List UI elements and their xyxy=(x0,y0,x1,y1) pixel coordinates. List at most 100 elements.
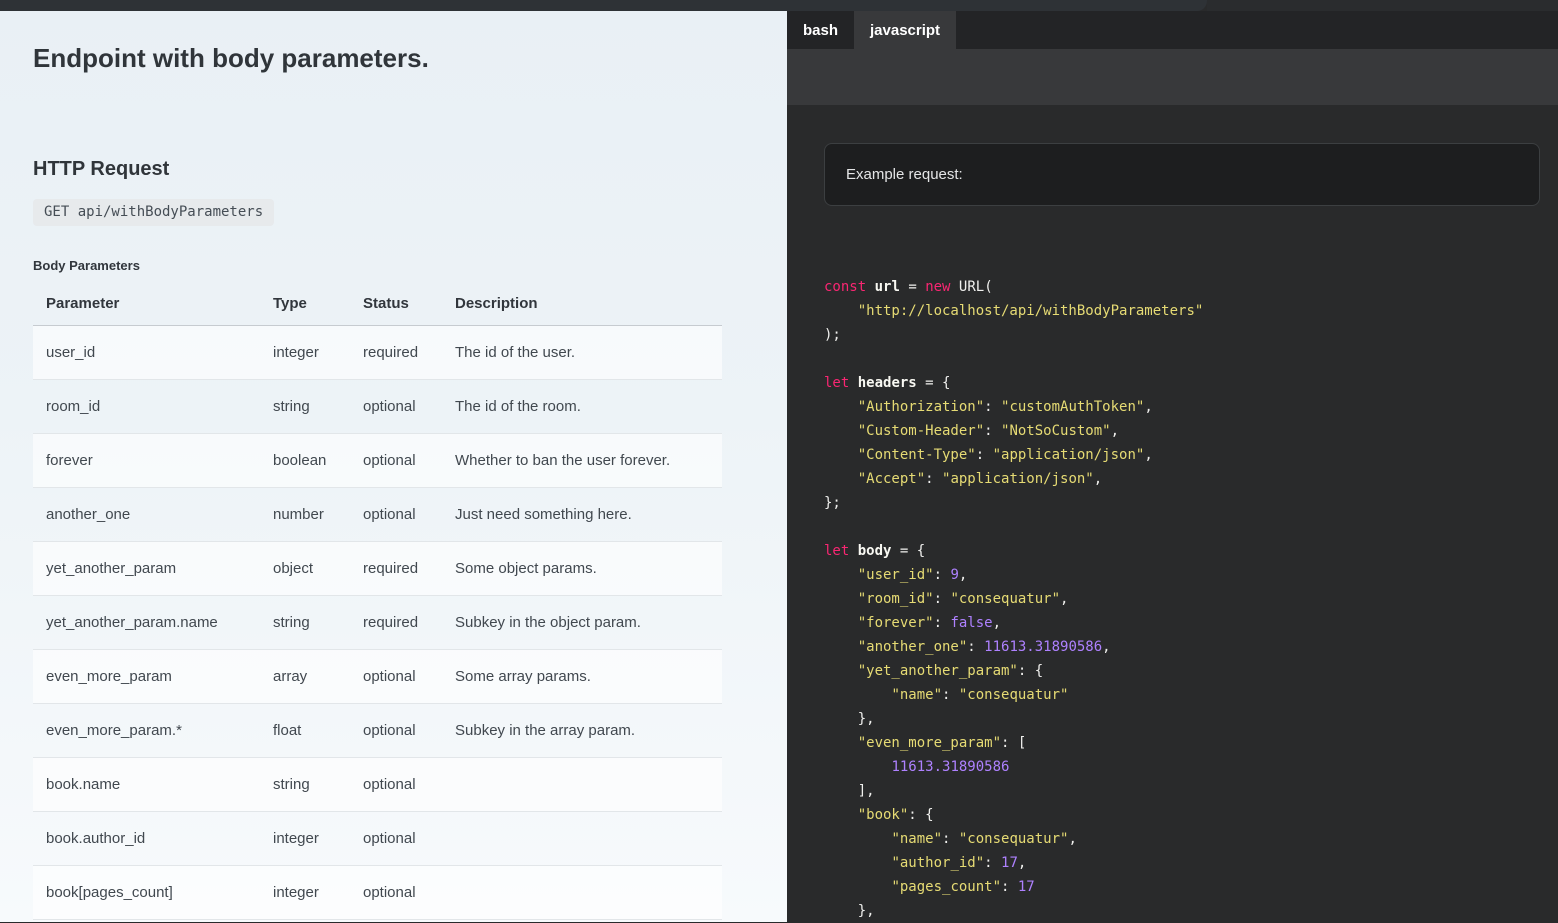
code-line xyxy=(824,347,1540,371)
cell-status: optional xyxy=(350,758,442,812)
tab-javascript[interactable]: javascript xyxy=(854,11,956,49)
cell-status: optional xyxy=(350,434,442,488)
code-line: "user_id": 9, xyxy=(824,563,1540,587)
code-line: "author_id": 17, xyxy=(824,851,1540,875)
table-row: room_idstringoptionalThe id of the room. xyxy=(33,380,722,434)
code-line: 11613.31890586 xyxy=(824,755,1540,779)
code-line: "http://localhost/api/withBodyParameters… xyxy=(824,299,1540,323)
table-row: even_more_param.*floatoptionalSubkey in … xyxy=(33,704,722,758)
table-row: another_onenumberoptionalJust need somet… xyxy=(33,488,722,542)
cell-status: optional xyxy=(350,812,442,866)
cell-parameter: book.author_id xyxy=(33,812,260,866)
example-request-label: Example request: xyxy=(846,166,963,183)
code-line: let body = { xyxy=(824,539,1540,563)
table-row: book.author_idintegeroptional xyxy=(33,812,722,866)
top-strip-right xyxy=(1207,0,1558,11)
top-strip xyxy=(0,0,1207,11)
column-header-parameter: Parameter xyxy=(33,283,260,326)
cell-description xyxy=(442,866,722,920)
cell-parameter: book[pages_count] xyxy=(33,866,260,920)
cell-description: Some object params. xyxy=(442,542,722,596)
code-line: "room_id": "consequatur", xyxy=(824,587,1540,611)
cell-type: integer xyxy=(260,812,350,866)
docs-panel: Endpoint with body parameters. HTTP Requ… xyxy=(0,0,787,922)
cell-parameter: even_more_param.* xyxy=(33,704,260,758)
code-line: "Custom-Header": "NotSoCustom", xyxy=(824,419,1540,443)
code-line: }, xyxy=(824,707,1540,731)
table-row: foreverbooleanoptionalWhether to ban the… xyxy=(33,434,722,488)
cell-status: optional xyxy=(350,488,442,542)
cell-parameter: book.name xyxy=(33,758,260,812)
cell-status: required xyxy=(350,542,442,596)
table-header-row: Parameter Type Status Description xyxy=(33,283,722,326)
tabbar-band xyxy=(787,49,1558,105)
code-line: "yet_another_param": { xyxy=(824,659,1540,683)
cell-parameter: another_one xyxy=(33,488,260,542)
code-line: }, xyxy=(824,899,1540,923)
table-row: yet_another_param.namestringrequiredSubk… xyxy=(33,596,722,650)
code-line: ], xyxy=(824,779,1540,803)
cell-description xyxy=(442,812,722,866)
code-line: "book": { xyxy=(824,803,1540,827)
code-line: const url = new URL( xyxy=(824,275,1540,299)
column-header-status: Status xyxy=(350,283,442,326)
column-header-type: Type xyxy=(260,283,350,326)
table-row: user_idintegerrequiredThe id of the user… xyxy=(33,326,722,380)
language-tabbar: bash javascript xyxy=(787,11,1558,49)
code-line xyxy=(824,515,1540,539)
cell-description: Some array params. xyxy=(442,650,722,704)
table-row: even_more_paramarrayoptionalSome array p… xyxy=(33,650,722,704)
cell-parameter: room_id xyxy=(33,380,260,434)
cell-description: Just need something here. xyxy=(442,488,722,542)
cell-parameter: forever xyxy=(33,434,260,488)
parameters-table-body: user_idintegerrequiredThe id of the user… xyxy=(33,326,722,920)
tab-bash[interactable]: bash xyxy=(787,11,854,49)
code-line: "Accept": "application/json", xyxy=(824,467,1540,491)
code-line: }; xyxy=(824,491,1540,515)
code-line: "Authorization": "customAuthToken", xyxy=(824,395,1540,419)
cell-type: string xyxy=(260,596,350,650)
code-line: "name": "consequatur", xyxy=(824,827,1540,851)
code-line: "name": "consequatur" xyxy=(824,683,1540,707)
code-block: const url = new URL( "http://localhost/a… xyxy=(824,275,1540,923)
example-request-box: Example request: xyxy=(824,143,1540,206)
cell-type: integer xyxy=(260,866,350,920)
table-row: book[pages_count]integeroptional xyxy=(33,866,722,920)
cell-status: required xyxy=(350,596,442,650)
cell-description: The id of the room. xyxy=(442,380,722,434)
cell-parameter: yet_another_param xyxy=(33,542,260,596)
cell-status: required xyxy=(350,326,442,380)
cell-type: float xyxy=(260,704,350,758)
http-request-heading: HTTP Request xyxy=(33,72,757,180)
cell-type: array xyxy=(260,650,350,704)
code-line: "even_more_param": [ xyxy=(824,731,1540,755)
cell-type: boolean xyxy=(260,434,350,488)
cell-type: string xyxy=(260,380,350,434)
cell-description: Whether to ban the user forever. xyxy=(442,434,722,488)
endpoint-badge: GET api/withBodyParameters xyxy=(33,199,274,226)
cell-status: optional xyxy=(350,704,442,758)
cell-description: Subkey in the array param. xyxy=(442,704,722,758)
cell-type: object xyxy=(260,542,350,596)
cell-type: integer xyxy=(260,326,350,380)
table-row: book.namestringoptional xyxy=(33,758,722,812)
cell-status: optional xyxy=(350,650,442,704)
cell-type: number xyxy=(260,488,350,542)
table-row: yet_another_paramobjectrequiredSome obje… xyxy=(33,542,722,596)
cell-parameter: even_more_param xyxy=(33,650,260,704)
code-line: "pages_count": 17 xyxy=(824,875,1540,899)
cell-description: The id of the user. xyxy=(442,326,722,380)
code-line: "Content-Type": "application/json", xyxy=(824,443,1540,467)
cell-description xyxy=(442,758,722,812)
cell-status: optional xyxy=(350,866,442,920)
parameters-table: Parameter Type Status Description user_i… xyxy=(33,283,722,920)
code-line: "another_one": 11613.31890586, xyxy=(824,635,1540,659)
cell-parameter: yet_another_param.name xyxy=(33,596,260,650)
body-parameters-label: Body Parameters xyxy=(33,258,757,273)
cell-type: string xyxy=(260,758,350,812)
code-line: ); xyxy=(824,323,1540,347)
code-panel: bash javascript Example request: const u… xyxy=(787,0,1558,922)
column-header-description: Description xyxy=(442,283,722,326)
code-line: let headers = { xyxy=(824,371,1540,395)
cell-description: Subkey in the object param. xyxy=(442,596,722,650)
